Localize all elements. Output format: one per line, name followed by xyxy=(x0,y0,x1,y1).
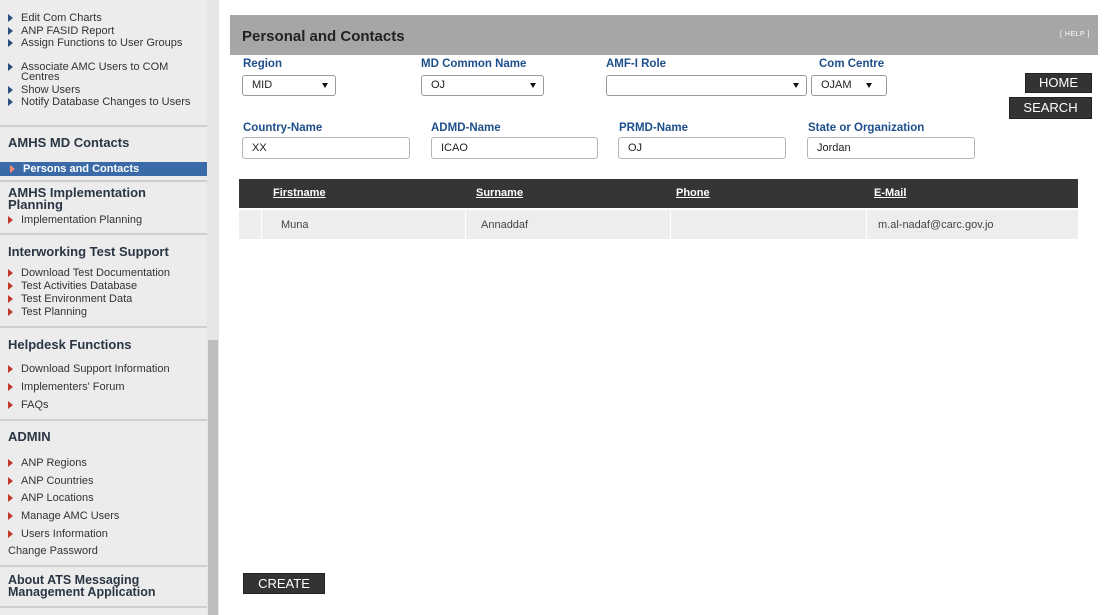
sidebar: Edit Com Charts ANP FASID Report Assign … xyxy=(0,0,207,615)
divider xyxy=(0,419,207,421)
divider xyxy=(0,233,207,235)
arrow-icon xyxy=(8,365,13,373)
arrow-icon xyxy=(8,308,13,316)
page-title: Personal and Contacts xyxy=(242,28,405,45)
panel-header: Personal and Contacts [ HELP ] xyxy=(230,15,1098,55)
arrow-icon xyxy=(8,86,13,94)
cell-surname: Annaddaf xyxy=(481,219,529,231)
column-header-email[interactable]: E-Mail xyxy=(874,187,906,199)
help-link[interactable]: [ HELP ] xyxy=(1060,31,1090,38)
section-heading-amhs-md-contacts: AMHS MD Contacts xyxy=(8,135,130,150)
sidebar-item-edit-com-charts[interactable]: Edit Com Charts xyxy=(8,13,102,24)
column-header-firstname[interactable]: Firstname xyxy=(273,187,326,199)
arrow-icon xyxy=(8,269,13,277)
arrow-icon xyxy=(8,383,13,391)
sidebar-item-anp-locations[interactable]: ANP Locations xyxy=(8,493,94,504)
region-select[interactable]: MID xyxy=(242,75,336,96)
divider xyxy=(0,606,207,608)
arrow-icon xyxy=(8,477,13,485)
arrow-icon xyxy=(8,295,13,303)
region-label: Region xyxy=(243,58,282,70)
sidebar-item-manage-amc-users[interactable]: Manage AMC Users xyxy=(8,511,119,522)
section-heading-interworking: Interworking Test Support xyxy=(8,244,169,259)
arrow-icon xyxy=(8,63,13,71)
sidebar-item-anp-fasid-report[interactable]: ANP FASID Report xyxy=(8,26,114,37)
arrow-icon xyxy=(10,165,15,173)
cell-divider xyxy=(261,210,262,239)
column-header-phone[interactable]: Phone xyxy=(676,187,710,199)
home-button[interactable]: HOME xyxy=(1025,73,1092,93)
sidebar-item-download-test-documentation[interactable]: Download Test Documentation xyxy=(8,268,170,279)
chevron-down-icon xyxy=(322,83,328,88)
amf-role-select[interactable] xyxy=(606,75,807,96)
sidebar-scrollbar[interactable] xyxy=(207,0,219,615)
sidebar-item-test-activities-database[interactable]: Test Activities Database xyxy=(8,281,137,292)
amf-role-label: AMF-I Role xyxy=(606,58,667,70)
cell-firstname: Muna xyxy=(281,219,309,231)
arrow-icon xyxy=(8,401,13,409)
section-heading-amhs-implementation: AMHS Implementation Planning xyxy=(8,185,146,212)
sidebar-item-faqs[interactable]: FAQs xyxy=(8,400,49,411)
cell-email: m.al-nadaf@carc.gov.jo xyxy=(878,219,994,231)
cell-divider xyxy=(670,210,671,239)
arrow-icon xyxy=(8,39,13,47)
divider xyxy=(0,565,207,567)
sidebar-item-assign-functions[interactable]: Assign Functions to User Groups xyxy=(8,38,203,49)
arrow-icon xyxy=(8,216,13,224)
section-heading-about: About ATS Messaging Management Applicati… xyxy=(8,573,156,599)
sidebar-item-implementation-planning[interactable]: Implementation Planning xyxy=(8,215,142,226)
admd-name-input[interactable]: ICAO xyxy=(431,137,598,159)
arrow-icon xyxy=(8,27,13,35)
table-header: Firstname Surname Phone E-Mail xyxy=(239,179,1078,208)
chevron-down-icon xyxy=(530,83,536,88)
cell-divider xyxy=(866,210,867,239)
divider xyxy=(0,125,207,127)
arrow-icon xyxy=(8,459,13,467)
md-common-name-select[interactable]: OJ xyxy=(421,75,544,96)
arrow-icon xyxy=(8,14,13,22)
arrow-icon xyxy=(8,494,13,502)
sidebar-item-users-information[interactable]: Users Information xyxy=(8,529,108,540)
arrow-icon xyxy=(8,530,13,538)
sidebar-item-persons-and-contacts[interactable]: Persons and Contacts xyxy=(0,162,207,176)
sidebar-item-test-environment-data[interactable]: Test Environment Data xyxy=(8,294,132,305)
prmd-name-label: PRMD-Name xyxy=(619,122,689,134)
sidebar-item-test-planning[interactable]: Test Planning xyxy=(8,307,87,318)
country-name-label: Country-Name xyxy=(243,122,323,134)
sidebar-item-anp-regions[interactable]: ANP Regions xyxy=(8,458,87,469)
arrow-icon xyxy=(8,98,13,106)
md-common-name-label: MD Common Name xyxy=(421,58,527,70)
chevron-down-icon xyxy=(866,83,872,88)
com-centre-select[interactable]: OJAM xyxy=(811,75,887,96)
section-heading-helpdesk: Helpdesk Functions xyxy=(8,337,132,352)
sidebar-item-change-password[interactable]: Change Password xyxy=(8,545,98,557)
sidebar-item-show-users[interactable]: Show Users xyxy=(8,85,80,96)
country-name-input[interactable]: XX xyxy=(242,137,410,159)
state-organization-input[interactable]: Jordan xyxy=(807,137,975,159)
sidebar-item-download-support-information[interactable]: Download Support Information xyxy=(8,364,170,375)
create-button[interactable]: CREATE xyxy=(243,573,325,594)
sidebar-item-notify-db-changes[interactable]: Notify Database Changes to Users xyxy=(8,97,203,108)
table-row[interactable]: Muna Annaddaf m.al-nadaf@carc.gov.jo xyxy=(239,210,1078,239)
state-organization-label: State or Organization xyxy=(808,122,925,134)
com-centre-label: Com Centre xyxy=(819,58,885,70)
search-button[interactable]: SEARCH xyxy=(1009,97,1092,119)
scrollbar-thumb[interactable] xyxy=(208,340,218,615)
prmd-name-input[interactable]: OJ xyxy=(618,137,786,159)
sidebar-item-associate-amc-users[interactable]: Associate AMC Users to COM Centres xyxy=(8,62,205,83)
admd-name-label: ADMD-Name xyxy=(431,122,501,134)
section-heading-admin: ADMIN xyxy=(8,429,51,444)
divider xyxy=(0,326,207,328)
sidebar-item-anp-countries[interactable]: ANP Countries xyxy=(8,476,94,487)
column-header-surname[interactable]: Surname xyxy=(476,187,523,199)
arrow-icon xyxy=(8,282,13,290)
divider xyxy=(0,180,207,182)
chevron-down-icon xyxy=(793,83,799,88)
cell-divider xyxy=(465,210,466,239)
sidebar-item-implementers-forum[interactable]: Implementers' Forum xyxy=(8,382,125,393)
arrow-icon xyxy=(8,512,13,520)
